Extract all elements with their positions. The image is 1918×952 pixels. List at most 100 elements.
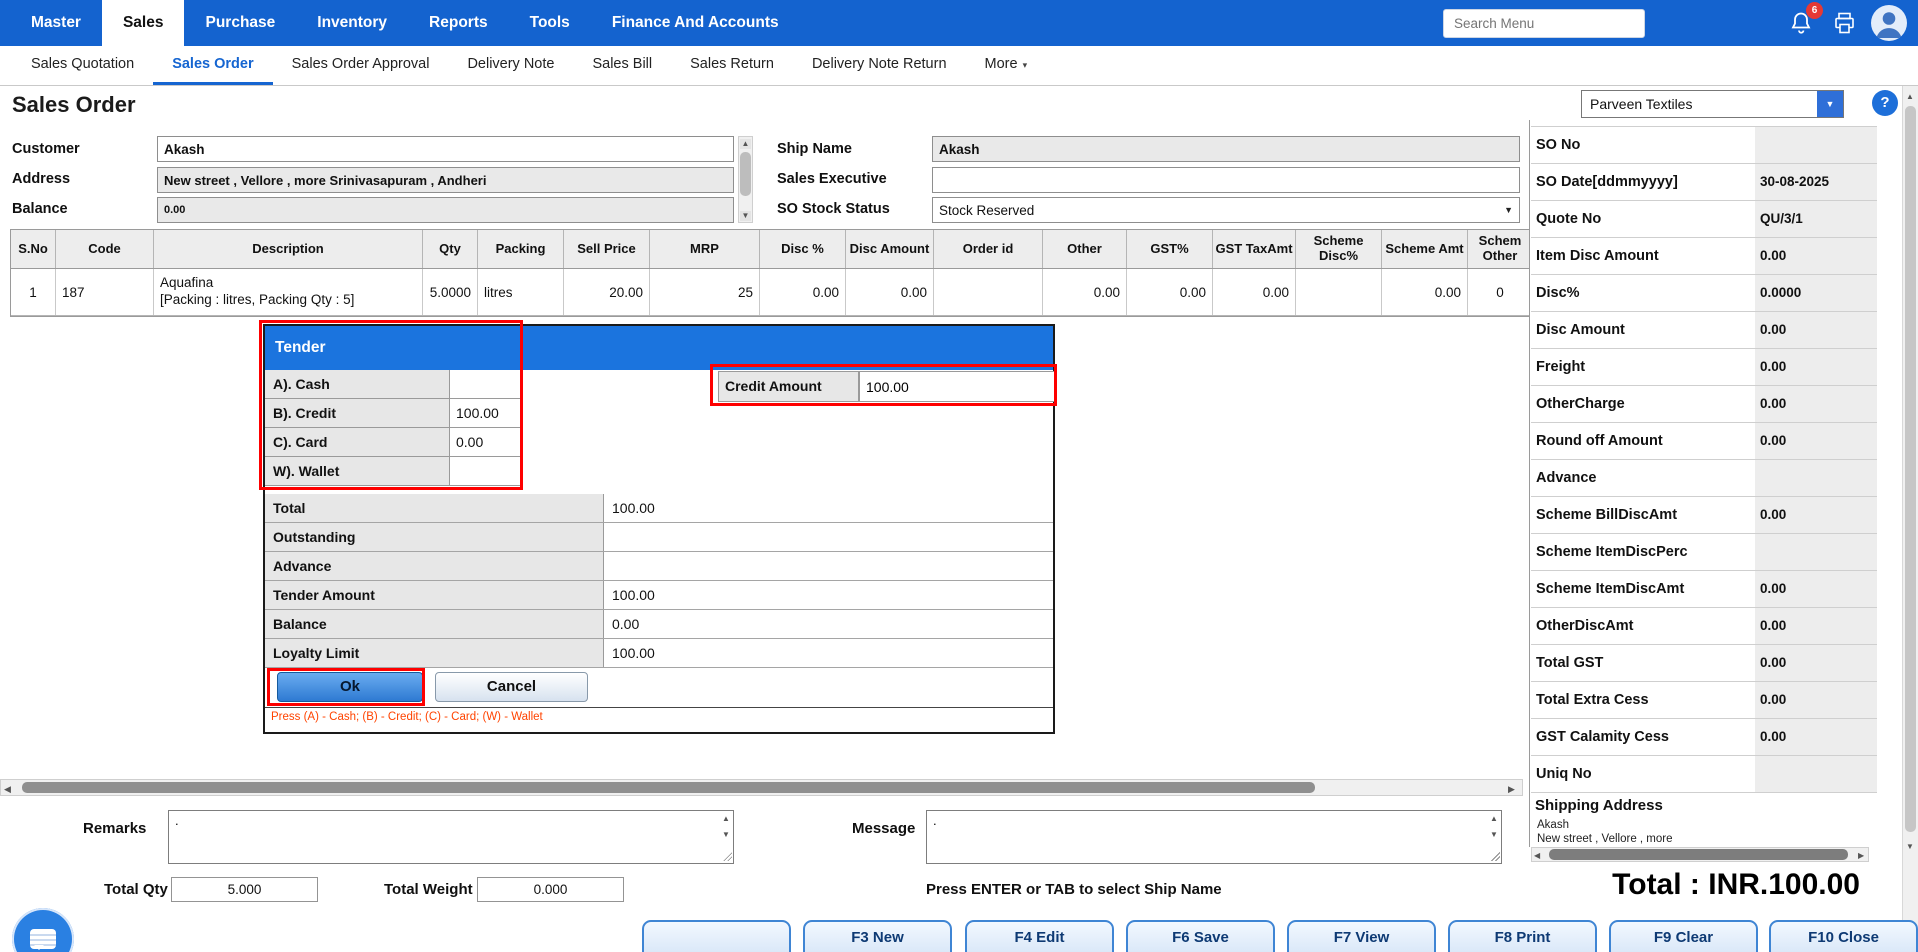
sales-executive-input[interactable] — [932, 167, 1520, 193]
gst-calamity-cess-value[interactable]: 0.00 — [1755, 719, 1877, 755]
cell-disc-pct[interactable]: 0.00 — [760, 269, 846, 315]
card-value[interactable]: 0.00 — [450, 428, 523, 456]
credit-amount-input[interactable] — [859, 371, 1055, 402]
help-button[interactable]: ? — [1872, 90, 1898, 116]
scroll-up-icon[interactable]: ▲ — [1906, 92, 1914, 102]
f8-print-button[interactable]: F8 Print — [1448, 920, 1597, 952]
wallet-value[interactable] — [450, 457, 523, 485]
scroll-left-icon[interactable]: ◀ — [4, 784, 11, 794]
advance-panel-value[interactable] — [1755, 460, 1877, 496]
main-hscrollbar-thumb[interactable] — [22, 782, 1315, 793]
spinner-up-icon[interactable]: ▲ — [1490, 814, 1498, 824]
menu-reports[interactable]: Reports — [408, 0, 509, 46]
credit-value[interactable]: 100.00 — [450, 399, 523, 427]
menu-sales[interactable]: Sales — [102, 0, 185, 46]
f10-close-button[interactable]: F10 Close — [1769, 920, 1918, 952]
scheme-itemdiscperc-value[interactable] — [1755, 534, 1877, 570]
spinner-down-icon[interactable]: ▼ — [722, 830, 730, 840]
cell-sno[interactable]: 1 — [11, 269, 56, 315]
menu-inventory[interactable]: Inventory — [296, 0, 408, 46]
user-avatar[interactable] — [1871, 5, 1907, 41]
scheme-billdiscamt-value[interactable]: 0.00 — [1755, 497, 1877, 533]
menu-purchase[interactable]: Purchase — [184, 0, 296, 46]
cash-value[interactable] — [450, 370, 523, 398]
total-extra-cess-value[interactable]: 0.00 — [1755, 682, 1877, 718]
disc-pct-value[interactable]: 0.0000 — [1755, 275, 1877, 311]
footer-button-blank[interactable] — [642, 920, 791, 952]
tab-delivery-note[interactable]: Delivery Note — [448, 46, 573, 85]
spinner-up-icon[interactable]: ▲ — [722, 814, 730, 824]
freight-value[interactable]: 0.00 — [1755, 349, 1877, 385]
f7-view-button[interactable]: F7 View — [1287, 920, 1436, 952]
uniq-no-value[interactable] — [1755, 756, 1877, 792]
so-date-label: SO Date[ddmmyyyy] — [1531, 164, 1755, 200]
panel-row-advance: Advance — [1531, 460, 1877, 497]
cell-sell-price[interactable]: 20.00 — [564, 269, 650, 315]
menu-master[interactable]: Master — [10, 0, 102, 46]
cell-disc-amount[interactable]: 0.00 — [846, 269, 934, 315]
balance-input[interactable] — [157, 197, 734, 223]
tab-sales-order[interactable]: Sales Order — [153, 46, 272, 85]
tab-sales-order-approval[interactable]: Sales Order Approval — [273, 46, 449, 85]
cell-gst-pct[interactable]: 0.00 — [1127, 269, 1213, 315]
ship-name-input[interactable] — [932, 136, 1520, 162]
customer-input[interactable] — [157, 136, 734, 162]
cell-gst-taxamt[interactable]: 0.00 — [1213, 269, 1296, 315]
scroll-right-icon[interactable]: ▶ — [1508, 784, 1515, 794]
total-gst-value[interactable]: 0.00 — [1755, 645, 1877, 681]
search-input[interactable] — [1443, 9, 1645, 38]
so-stock-status-select[interactable]: Stock Reserved ▼ — [932, 197, 1520, 223]
round-off-value[interactable]: 0.00 — [1755, 423, 1877, 459]
chat-widget-button[interactable] — [12, 908, 74, 952]
f3-new-button[interactable]: F3 New — [803, 920, 952, 952]
otherdiscamt-value[interactable]: 0.00 — [1755, 608, 1877, 644]
cell-mrp[interactable]: 25 — [650, 269, 760, 315]
cell-qty[interactable]: 5.0000 — [423, 269, 478, 315]
panel-hscrollbar-thumb[interactable] — [1549, 849, 1848, 860]
ok-button[interactable]: Ok — [277, 672, 423, 702]
printer-icon[interactable] — [1832, 11, 1857, 40]
cell-scheme-amt[interactable]: 0.00 — [1382, 269, 1468, 315]
tab-sales-return[interactable]: Sales Return — [671, 46, 793, 85]
tab-delivery-note-return[interactable]: Delivery Note Return — [793, 46, 966, 85]
cell-schem-other[interactable]: 0 — [1468, 269, 1529, 315]
message-textarea[interactable]: . — [926, 810, 1502, 864]
cancel-button[interactable]: Cancel — [435, 672, 588, 702]
tab-sales-bill[interactable]: Sales Bill — [573, 46, 671, 85]
f6-save-button[interactable]: F6 Save — [1126, 920, 1275, 952]
scroll-left-icon[interactable]: ◀ — [1534, 851, 1540, 861]
remarks-textarea[interactable]: . — [168, 810, 734, 864]
cell-scheme-disc[interactable] — [1296, 269, 1382, 315]
tab-sales-quotation[interactable]: Sales Quotation — [12, 46, 153, 85]
cell-packing[interactable]: litres — [478, 269, 564, 315]
cell-description[interactable]: Aquafina [Packing : litres, Packing Qty … — [154, 269, 423, 315]
scroll-right-icon[interactable]: ▶ — [1858, 851, 1864, 861]
page-vscrollbar-thumb[interactable] — [1905, 106, 1916, 832]
scroll-up-icon[interactable]: ▲ — [740, 139, 751, 149]
scheme-itemdiscamt-value[interactable]: 0.00 — [1755, 571, 1877, 607]
othercharge-value[interactable]: 0.00 — [1755, 386, 1877, 422]
f9-clear-button[interactable]: F9 Clear — [1609, 920, 1758, 952]
scroll-down-icon[interactable]: ▼ — [1906, 842, 1914, 852]
disc-amount-value[interactable]: 0.00 — [1755, 312, 1877, 348]
customer-scrollbar-thumb[interactable] — [740, 152, 751, 196]
cell-other[interactable]: 0.00 — [1043, 269, 1127, 315]
resize-grip-icon[interactable] — [722, 851, 732, 861]
scroll-down-icon[interactable]: ▼ — [740, 211, 751, 221]
tab-more[interactable]: More▾ — [966, 46, 1047, 85]
cell-code[interactable]: 187 — [56, 269, 154, 315]
column-header-disc-amount: Disc Amount — [846, 230, 934, 268]
address-input[interactable] — [157, 167, 734, 193]
cell-order-id[interactable] — [934, 269, 1043, 315]
so-no-value[interactable] — [1755, 127, 1877, 163]
so-date-value[interactable]: 30-08-2025 — [1755, 164, 1877, 200]
spinner-down-icon[interactable]: ▼ — [1490, 830, 1498, 840]
company-select[interactable]: Parveen Textiles ▼ — [1581, 90, 1844, 118]
dropdown-arrow-icon[interactable]: ▼ — [1817, 91, 1843, 117]
menu-finance-and-accounts[interactable]: Finance And Accounts — [591, 0, 800, 46]
menu-tools[interactable]: Tools — [509, 0, 591, 46]
resize-grip-icon[interactable] — [1490, 851, 1500, 861]
quote-no-value[interactable]: QU/3/1 — [1755, 201, 1877, 237]
item-disc-amount-value[interactable]: 0.00 — [1755, 238, 1877, 274]
f4-edit-button[interactable]: F4 Edit — [965, 920, 1114, 952]
